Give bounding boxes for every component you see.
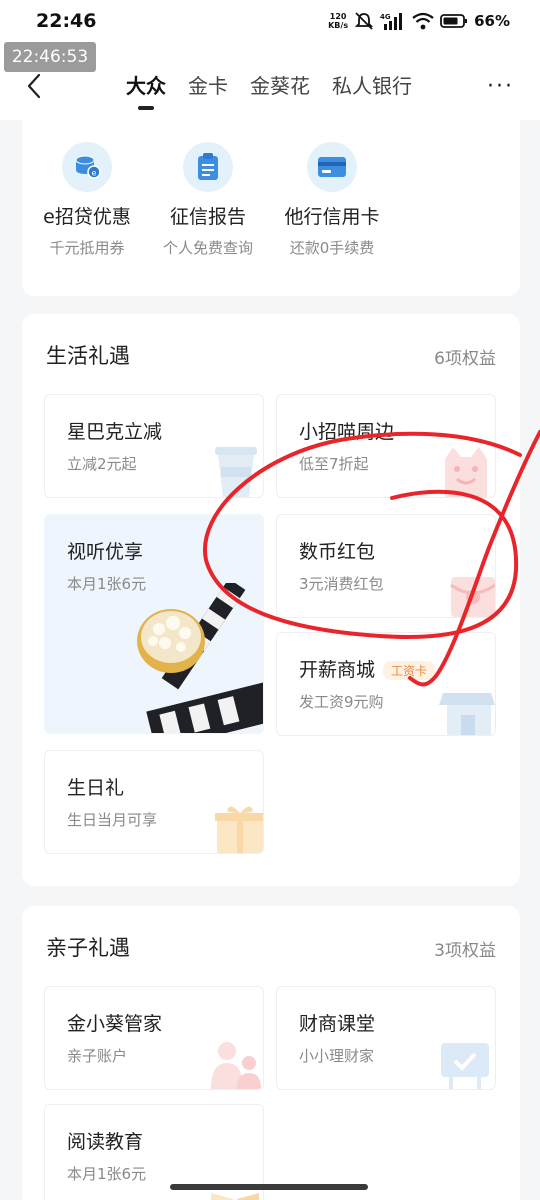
service-title: 他行信用卡 bbox=[284, 206, 380, 228]
svg-text:4G: 4G bbox=[380, 13, 391, 21]
benefit-tile-salary-mall[interactable]: 开薪商城 工资卡 发工资9元购 bbox=[276, 632, 496, 736]
gift-icon bbox=[215, 806, 263, 853]
status-time: 22:46 bbox=[36, 10, 97, 32]
salary-card-tag: 工资卡 bbox=[383, 661, 436, 680]
benefit-tile-kids-account[interactable]: 金小葵管家 亲子账户 bbox=[44, 986, 264, 1090]
status-bar: 22:46 120 KB/s 4G 66% bbox=[0, 0, 540, 44]
service-title: e招贷优惠 bbox=[43, 206, 131, 228]
benefit-tile-av-perks[interactable]: 视听优享 本月1张6元 bbox=[44, 514, 264, 734]
benefit-tile-cat-merch[interactable]: 小招喵周边 低至7折起 bbox=[276, 394, 496, 498]
battery-percent: 66% bbox=[474, 12, 510, 30]
service-subtitle: 千元抵用券 bbox=[49, 239, 125, 257]
service-subtitle: 个人免费查询 bbox=[162, 239, 253, 257]
home-indicator bbox=[170, 1184, 368, 1190]
section-title: 亲子礼遇 bbox=[46, 936, 130, 960]
signal-icon: 4G bbox=[380, 13, 403, 30]
section-title: 生活礼遇 bbox=[46, 344, 130, 368]
service-loan-discount[interactable]: e e招贷优惠 千元抵用券 bbox=[22, 142, 152, 258]
svg-text:e: e bbox=[92, 169, 97, 178]
popcorn-clapper-icon bbox=[137, 583, 263, 733]
service-title: 征信报告 bbox=[169, 206, 246, 228]
section-count[interactable]: 3项权益 bbox=[434, 936, 496, 961]
service-other-credit-card[interactable]: 他行信用卡 还款0手续费 bbox=[267, 142, 397, 258]
mute-icon bbox=[354, 12, 374, 30]
service-credit-report[interactable]: 征信报告 个人免费查询 bbox=[143, 142, 273, 258]
tab-jinkuihua[interactable]: 金葵花 bbox=[250, 70, 310, 99]
more-menu-button[interactable]: ··· bbox=[487, 74, 514, 99]
classroom-icon bbox=[441, 1043, 489, 1089]
coins-icon: e bbox=[62, 142, 112, 192]
life-privileges-card: 生活礼遇 6项权益 星巴克立减 立减2元起 小招喵周边 低至7折起 视听优享 本… bbox=[22, 314, 520, 886]
section-count[interactable]: 6项权益 bbox=[434, 344, 496, 369]
coffee-cup-icon bbox=[215, 447, 257, 497]
benefit-tile-finance-class[interactable]: 财商课堂 小小理财家 bbox=[276, 986, 496, 1090]
timestamp-badge: 22:46:53 bbox=[4, 42, 96, 72]
cat-mascot-icon bbox=[445, 447, 487, 497]
report-icon bbox=[183, 142, 233, 192]
shop-icon bbox=[439, 693, 495, 735]
family-privileges-card: 亲子礼遇 3项权益 金小葵管家 亲子账户 财商课堂 小小理财家 阅读教育 本月1… bbox=[22, 906, 520, 1200]
back-arrow-icon[interactable] bbox=[22, 72, 50, 100]
tab-dazhong[interactable]: 大众 bbox=[126, 70, 166, 110]
net-speed: 120 KB/s bbox=[328, 12, 349, 30]
battery-icon bbox=[440, 14, 468, 28]
benefit-tile-birthday-gift[interactable]: 生日礼 生日当月可享 bbox=[44, 750, 264, 854]
tier-tabs: 大众 金卡 金葵花 私人银行 bbox=[126, 70, 412, 110]
wifi-icon bbox=[412, 12, 434, 30]
active-tab-indicator bbox=[138, 106, 154, 110]
status-icons: 120 KB/s 4G 66% bbox=[328, 12, 510, 30]
tab-jinka[interactable]: 金卡 bbox=[188, 70, 228, 99]
tab-private-banking[interactable]: 私人银行 bbox=[332, 70, 412, 99]
service-card: e e招贷优惠 千元抵用券 征信报告 个人免费查询 他行信用卡 还款0手续费 bbox=[22, 120, 520, 296]
red-envelope-icon bbox=[450, 577, 495, 617]
credit-card-icon bbox=[307, 142, 357, 192]
service-subtitle: 还款0手续费 bbox=[289, 239, 375, 257]
benefit-tile-starbucks[interactable]: 星巴克立减 立减2元起 bbox=[44, 394, 264, 498]
family-icon bbox=[211, 1042, 261, 1089]
benefit-tile-digital-red-envelope[interactable]: 数币红包 3元消费红包 bbox=[276, 514, 496, 618]
